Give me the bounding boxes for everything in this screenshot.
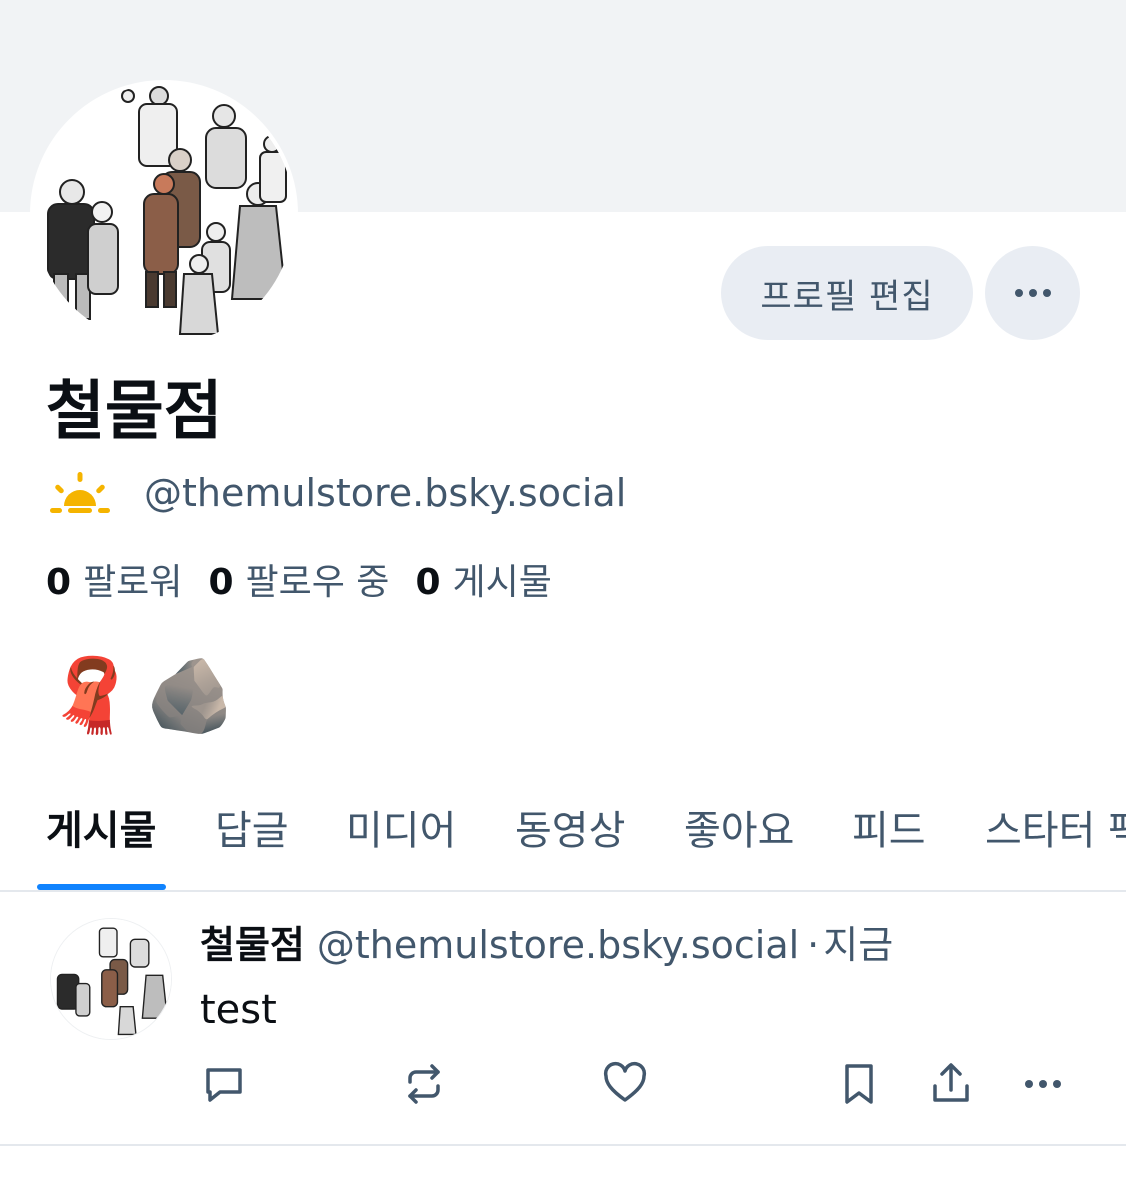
tab-media[interactable]: 미디어 [346,798,456,856]
tab-likes[interactable]: 좋아요 [684,798,794,856]
bio-emoji-rock: 🪨 [145,653,236,737]
ellipsis-icon [1014,289,1051,297]
bookmark-button[interactable] [831,1056,887,1112]
feed-post[interactable]: 철물점 @themulstore.bsky.social · 지금 test [0,892,1126,1146]
profile-handle: @themulstore.bsky.social [144,471,627,515]
active-tab-indicator [37,884,166,890]
posts-stat: 0 게시물 [415,553,551,605]
reply-icon [206,1068,242,1102]
repost-icon [408,1064,440,1104]
post-timestamp[interactable]: 지금 [823,923,893,967]
like-button[interactable] [597,1056,653,1112]
followers-count: 0 [46,562,72,603]
more-icon [1025,1080,1061,1088]
post-author-name[interactable]: 철물점 [200,923,305,967]
post-author-avatar[interactable] [50,918,172,1040]
post-author-handle[interactable]: @themulstore.bsky.social [317,923,799,967]
followers-stat[interactable]: 0 팔로워 [46,553,182,605]
tab-starter-packs[interactable]: 스타터 팩 [985,798,1126,856]
posts-label: 게시물 [452,562,552,603]
post-separator: · [807,923,820,967]
profile-more-button[interactable] [985,246,1080,340]
post-text: test [200,987,277,1033]
profile-bio: 🧣 🪨 [46,650,235,740]
sunrise-icon [50,472,110,513]
bio-emoji-scarf: 🧣 [46,653,136,737]
post-header: 철물점 @themulstore.bsky.social · 지금 [200,914,893,969]
following-count: 0 [208,562,234,603]
posts-count: 0 [415,562,441,603]
tab-feeds[interactable]: 피드 [852,798,926,856]
profile-stats: 0 팔로워 0 팔로우 중 0 게시물 [46,553,578,605]
following-stat[interactable]: 0 팔로우 중 [208,553,389,605]
following-label: 팔로우 중 [245,562,390,603]
share-icon [933,1063,969,1102]
display-name: 철물점 [46,375,223,449]
tab-videos[interactable]: 동영상 [515,798,625,856]
post-more-button[interactable] [1015,1056,1071,1112]
edit-profile-button[interactable]: 프로필 편집 [721,246,973,340]
tab-posts[interactable]: 게시물 [46,798,156,856]
share-button[interactable] [923,1056,979,1112]
repost-button[interactable] [396,1056,452,1112]
reply-button[interactable] [196,1056,252,1112]
like-icon [603,1061,647,1102]
handle-row: @themulstore.bsky.social [48,470,626,516]
profile-avatar[interactable] [30,80,298,348]
tab-replies[interactable]: 답글 [215,798,289,856]
followers-label: 팔로워 [83,562,183,603]
bookmark-icon [845,1064,873,1104]
profile-tabs: 게시물 답글 미디어 동영상 좋아요 피드 스타터 팩 [0,770,1126,892]
